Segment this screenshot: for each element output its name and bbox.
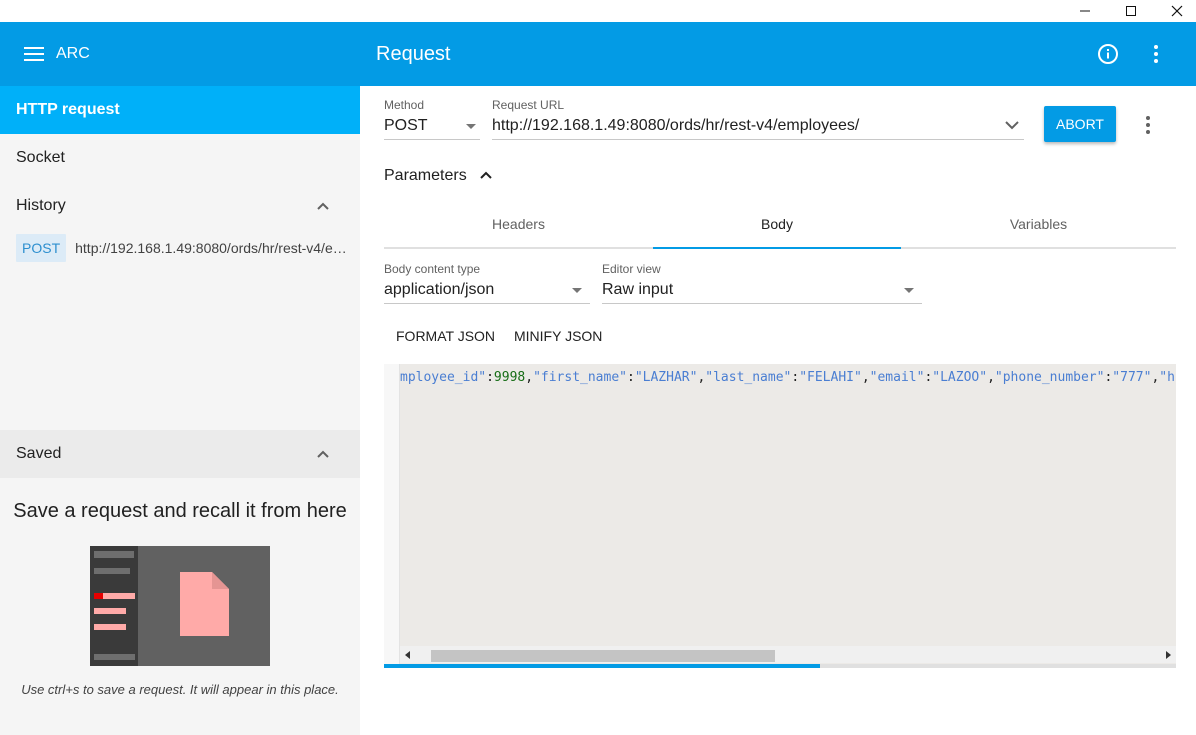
page-title: Request [376,43,451,65]
code-token: : [791,370,800,385]
history-label: History [16,197,66,214]
maximize-icon[interactable] [1108,0,1154,22]
scroll-right-icon[interactable] [1165,651,1172,659]
code-token: , [525,370,534,385]
code-token: "LAZOO" [932,370,988,385]
editor-gutter [384,364,400,667]
drawer-header: ARC [0,22,360,86]
format-json-button[interactable]: FORMAT JSON [396,328,495,344]
navigation-drawer: ARC HTTP request Socket History POST htt… [0,22,360,735]
more-vert-icon[interactable] [1144,42,1168,66]
progress-fill [384,664,820,668]
code-line: mployee_id":9998,"first_name":"LAZHAR","… [400,370,1176,386]
horizontal-scrollbar[interactable] [400,646,1176,663]
code-token: , [861,370,870,385]
window-titlebar [0,0,1196,22]
tab-body[interactable]: Body [653,204,901,250]
code-token: mployee_id" [400,370,487,385]
request-progress-bar [384,664,1176,668]
editor-view-underline [602,303,922,304]
method-underline [384,139,480,140]
close-icon[interactable] [1154,0,1196,22]
url-underline [492,139,1024,140]
content-type-select[interactable]: application/json [384,281,494,299]
request-more-icon[interactable] [1146,116,1150,134]
content-type-label: Body content type [384,262,481,276]
nav-item-socket[interactable]: Socket [0,134,360,182]
minimize-icon[interactable] [1062,0,1108,22]
history-url: http://192.168.1.49:8080/ords/hr/rest-v4… [75,240,347,256]
code-token: "phone_number" [994,370,1105,385]
method-label: Method [384,98,425,112]
chevron-up-icon[interactable] [316,199,330,213]
params-tabs: Headers Body Variables [384,204,1176,250]
code-editor[interactable]: mployee_id":9998,"first_name":"LAZHAR","… [384,364,1176,667]
method-badge: POST [16,234,67,262]
request-panel: Request Method POST Request URL http://1… [360,22,1196,735]
code-token: : [486,370,494,385]
code-token: "email" [869,370,925,385]
code-token: 9998 [493,370,526,385]
minify-json-button[interactable]: MINIFY JSON [514,328,602,344]
code-token: "777" [1112,370,1152,385]
dropdown-arrow-icon[interactable] [572,288,582,293]
code-token: , [987,370,995,385]
main-toolbar: Request [360,22,1196,86]
app-window: ARC HTTP request Socket History POST htt… [0,0,1196,735]
hamburger-menu-icon[interactable] [24,43,46,65]
saved-empty-hint: Use ctrl+s to save a request. It will ap… [21,682,339,697]
code-token: "hir [1159,370,1176,385]
dropdown-arrow-icon[interactable] [904,288,914,293]
nav-item-http-request[interactable]: HTTP request [0,86,360,134]
parameters-label: Parameters [384,167,467,184]
nav-item-history[interactable]: History [0,182,360,230]
saved-illustration [90,546,270,666]
saved-label: Saved [16,445,62,462]
code-token: "last_name" [705,370,792,385]
history-list-item[interactable]: POST http://192.168.1.49:8080/ords/hr/re… [16,234,352,262]
active-tab-indicator [653,247,901,249]
scrollbar-thumb[interactable] [431,650,775,662]
chevron-up-icon[interactable] [316,447,330,461]
code-token: : [626,370,635,385]
app-name: ARC [56,45,90,62]
saved-section-header[interactable]: Saved [0,430,360,478]
content-type-underline [384,303,590,304]
tab-headers[interactable]: Headers [384,204,653,250]
code-token: "first_name" [533,370,627,385]
saved-empty-title: Save a request and recall it from here [13,500,347,522]
scroll-left-icon[interactable] [404,651,411,659]
dropdown-arrow-icon[interactable] [466,124,476,129]
editor-view-label: Editor view [602,262,661,276]
method-select[interactable]: POST [384,117,428,135]
code-token: "FELAHI" [799,370,862,385]
chevron-up-icon[interactable] [479,169,493,181]
info-icon[interactable] [1096,42,1120,66]
editor-view-select[interactable]: Raw input [602,281,673,299]
url-label: Request URL [492,98,565,112]
url-input[interactable]: http://192.168.1.49:8080/ords/hr/rest-v4… [492,117,859,135]
abort-button[interactable]: ABORT [1044,106,1116,142]
chevron-down-icon[interactable] [1004,118,1020,132]
tab-variables[interactable]: Variables [901,204,1176,250]
parameters-toggle[interactable]: Parameters [384,167,493,185]
code-token: "LAZHAR" [634,370,698,385]
